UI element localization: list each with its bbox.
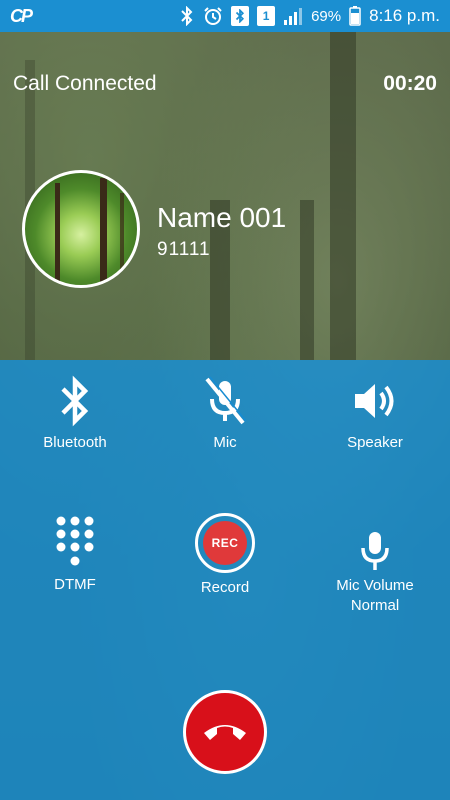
- mic-volume-button[interactable]: Mic Volume Normal: [300, 530, 450, 616]
- sim-icon: 1: [257, 6, 276, 26]
- signal-icon: [283, 7, 303, 25]
- speaker-icon: [349, 373, 401, 429]
- hangup-phone-icon: [200, 715, 250, 750]
- dialpad-icon: [53, 515, 97, 571]
- call-status: Call Connected: [13, 72, 157, 95]
- bluetooth-box-icon: [231, 6, 250, 26]
- speaker-button[interactable]: Speaker: [300, 373, 450, 453]
- record-button[interactable]: REC Record: [150, 512, 300, 598]
- mic-muted-icon: [201, 373, 249, 429]
- mic-label: Mic: [213, 434, 237, 451]
- contact-number: 91111: [157, 239, 211, 260]
- clock: 8:16 p.m.: [369, 6, 440, 25]
- mic-volume-value: Normal: [350, 597, 400, 614]
- record-label: Record: [200, 579, 250, 596]
- speaker-label: Speaker: [347, 434, 403, 451]
- status-bar: CP 1 69% 8:16 p.m.: [0, 0, 450, 32]
- bluetooth-icon: [55, 373, 95, 429]
- dtmf-label: DTMF: [54, 576, 96, 593]
- call-header: Call Connected 00:20 Name 001 91111: [0, 32, 450, 360]
- microphone-icon: [357, 530, 393, 572]
- mic-button[interactable]: Mic: [150, 373, 300, 453]
- battery-percent: 69%: [311, 7, 342, 25]
- record-icon: REC: [195, 512, 255, 574]
- mic-volume-label: Mic Volume: [336, 577, 414, 594]
- end-call-button[interactable]: [183, 690, 267, 774]
- bluetooth-icon: [179, 6, 195, 26]
- contact-name: Name 001: [157, 202, 287, 233]
- bluetooth-button[interactable]: Bluetooth: [0, 373, 150, 453]
- dtmf-button[interactable]: DTMF: [0, 515, 150, 595]
- avatar: [22, 170, 140, 288]
- app-logo-icon: CP: [10, 5, 33, 26]
- call-timer: 00:20: [383, 72, 437, 95]
- battery-icon: [349, 6, 361, 26]
- alarm-icon: [203, 6, 223, 26]
- record-badge: REC: [203, 521, 247, 565]
- bluetooth-label: Bluetooth: [43, 434, 107, 451]
